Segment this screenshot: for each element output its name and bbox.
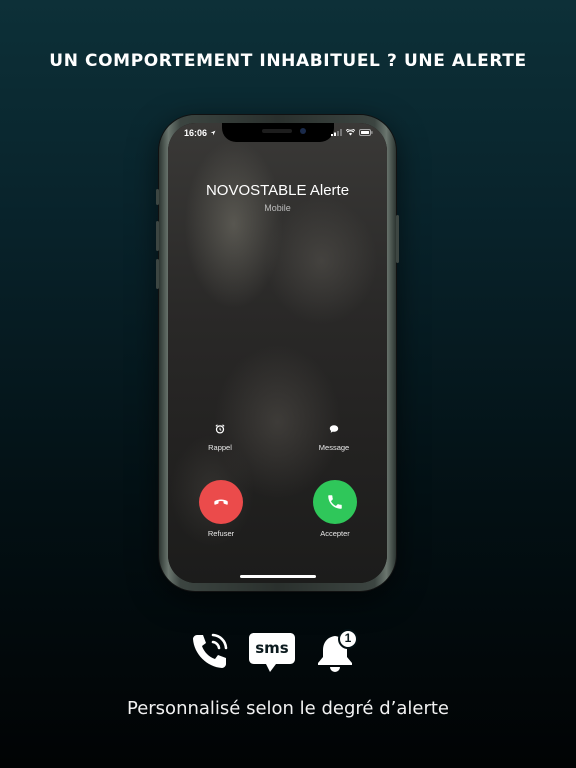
phone-side-button	[156, 189, 159, 205]
page-headline: UN COMPORTEMENT INHABITUEL ? UNE ALERTE	[49, 51, 527, 71]
phone-call-icon	[193, 633, 228, 668]
signal-icon	[331, 129, 342, 136]
phone-volume-down	[156, 259, 159, 289]
phone-power-button	[396, 215, 399, 263]
tagline: Personnalisé selon le degré d’alerte	[126, 698, 449, 719]
phone-notch	[221, 123, 334, 142]
remind-me-button[interactable]: Rappel	[190, 421, 250, 452]
bell-notification-icon: 1	[314, 629, 360, 673]
decline-label: Refuser	[207, 529, 235, 538]
sms-bubble-icon: sms	[246, 629, 298, 675]
home-indicator[interactable]	[239, 575, 316, 578]
phone-handset-icon	[328, 495, 342, 509]
wifi-icon	[346, 129, 355, 136]
sms-label: sms	[255, 639, 289, 657]
message-bubble-icon	[329, 425, 339, 433]
feature-icons-row: sms 1	[0, 629, 576, 673]
accept-call-button[interactable]	[313, 480, 357, 524]
notification-badge: 1	[344, 631, 352, 645]
caller-name: NOVOSTABLE Alerte	[205, 182, 350, 199]
caller-type: Mobile	[264, 203, 291, 213]
alarm-clock-icon	[215, 424, 225, 434]
decline-call-button[interactable]	[199, 480, 243, 524]
remind-me-label: Rappel	[208, 443, 232, 452]
location-arrow-icon	[210, 130, 215, 136]
accept-label: Accepter	[320, 529, 350, 538]
phone-mockup: 16:06 NOVOSTABLE Alerte Mobile Rappel Me…	[156, 115, 399, 591]
status-icons	[331, 129, 373, 136]
message-label: Message	[318, 443, 350, 452]
phone-screen: 16:06 NOVOSTABLE Alerte Mobile Rappel Me…	[168, 123, 387, 583]
hang-up-icon	[214, 499, 228, 505]
phone-volume-up	[156, 221, 159, 251]
message-button[interactable]: Message	[304, 421, 364, 452]
status-time: 16:06	[184, 128, 216, 138]
battery-icon	[359, 129, 373, 136]
